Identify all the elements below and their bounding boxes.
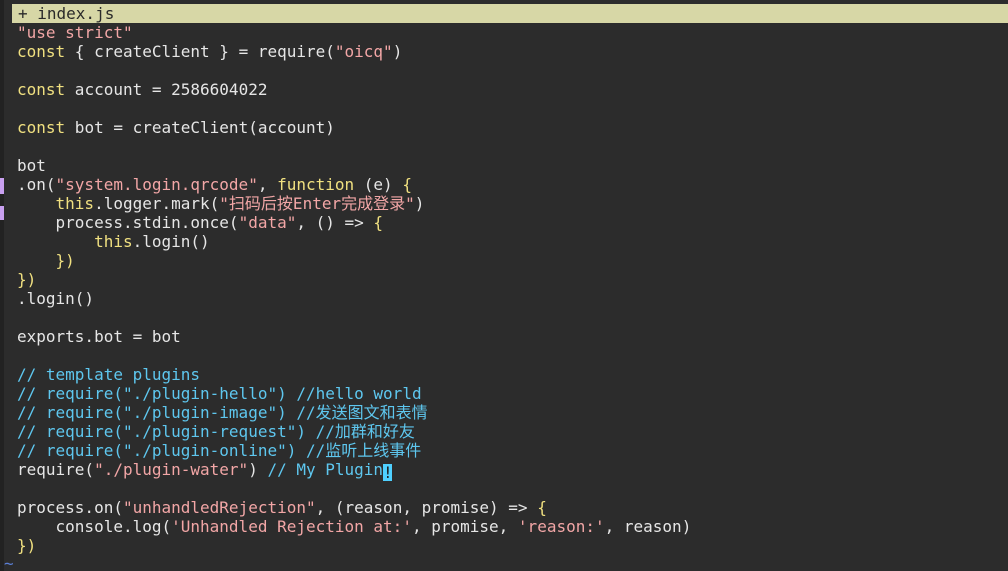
code-token: {	[373, 213, 384, 232]
code-line: // require("./plugin-online") //监听上线事件	[17, 441, 691, 460]
code-token: .login()	[17, 289, 95, 308]
code-line: .on("system.login.qrcode", function (e) …	[17, 175, 691, 194]
code-line: })	[17, 270, 691, 289]
code-token: })	[17, 270, 37, 289]
code-token: exports.bot = bot	[17, 327, 181, 346]
code-token: bot	[17, 156, 46, 175]
code-token: this	[94, 232, 133, 251]
code-line: console.log('Unhandled Rejection at:', p…	[17, 517, 692, 536]
code-comment: // My Plugin	[267, 460, 384, 479]
code-line: })	[17, 251, 691, 270]
code-token: .login()	[132, 232, 210, 251]
code-line: bot	[17, 156, 691, 175]
code-comment: // template plugins	[17, 365, 201, 384]
code-token: {	[402, 175, 412, 194]
code-token: (e)	[354, 175, 403, 194]
code-token: )	[392, 42, 403, 61]
code-token: 'Unhandled Rejection at:'	[171, 517, 412, 536]
code-token: .logger.mark(	[94, 194, 220, 213]
code-line: // require("./plugin-request") //加群和好友	[17, 422, 691, 441]
code-editor[interactable]: "use strict" const { createClient } = re…	[17, 23, 691, 555]
code-token: {	[537, 498, 547, 517]
code-token: const	[17, 80, 66, 99]
code-token: bot = createClient(account)	[65, 118, 335, 137]
code-line: // require("./plugin-image") //发送图文和表情	[17, 403, 691, 422]
code-token: "data"	[238, 213, 297, 232]
code-token: })	[17, 536, 37, 555]
side-marker-bottom	[0, 206, 4, 220]
code-token: process.stdin.once(	[17, 213, 239, 232]
code-token: 'reason:'	[517, 517, 605, 536]
code-token: , promise,	[411, 517, 518, 536]
code-line: require("./plugin-water") // My Plugin!	[17, 460, 691, 482]
code-line: })	[17, 536, 691, 555]
code-token: "system.login.qrcode"	[55, 175, 258, 194]
code-token: function	[277, 175, 355, 194]
code-comment: // require("./plugin-online") //监听上线事件	[17, 441, 422, 460]
code-line: this.login()	[17, 232, 691, 251]
code-token: .on(	[17, 175, 56, 194]
left-gutter	[0, 0, 4, 571]
code-token: "./plugin-water"	[94, 460, 249, 479]
code-token: console.log(	[17, 517, 172, 536]
code-token: "unhandledRejection"	[122, 498, 316, 517]
code-token: { createClient } = require(	[65, 42, 335, 61]
code-token: , () =>	[296, 213, 374, 232]
side-marker-top	[0, 178, 4, 194]
code-line: const bot = createClient(account)	[17, 118, 691, 137]
code-line: exports.bot = bot	[17, 327, 691, 346]
code-token: })	[55, 251, 75, 270]
code-token: )	[248, 460, 268, 479]
code-token: account = 2586604022	[65, 80, 268, 99]
code-line: const { createClient } = require("oicq")	[17, 42, 691, 61]
code-token: "use strict"	[17, 23, 133, 42]
code-token: require(	[17, 460, 95, 479]
buffer-tab-bar: + index.js	[12, 4, 1008, 23]
code-comment: // require("./plugin-request") //加群和好友	[17, 422, 415, 441]
code-line: process.on("unhandledRejection", (reason…	[17, 498, 691, 517]
text-cursor: !	[383, 463, 393, 482]
code-token: , (reason, promise) =>	[315, 498, 538, 517]
code-line: // require("./plugin-hello") //hello wor…	[17, 384, 691, 403]
code-token: , reason)	[604, 517, 692, 536]
code-token: )	[414, 194, 425, 213]
code-token: process.on(	[17, 498, 123, 517]
tab-index-js[interactable]: + index.js	[18, 4, 114, 23]
code-comment: // require("./plugin-image") //发送图文和表情	[17, 403, 428, 422]
code-line: // template plugins	[17, 365, 691, 384]
code-comment: // require("./plugin-hello") //hello wor…	[17, 384, 422, 403]
code-token: "扫码后按Enter完成登录"	[219, 194, 415, 213]
code-line: this.logger.mark("扫码后按Enter完成登录")	[17, 194, 691, 213]
code-line: const account = 2586604022	[17, 80, 691, 99]
code-token: const	[17, 118, 66, 137]
code-line: "use strict"	[17, 23, 691, 42]
empty-line-tilde: ~	[4, 554, 14, 571]
code-token: const	[17, 42, 66, 61]
code-line: .login()	[17, 289, 691, 308]
code-line: process.stdin.once("data", () => {	[17, 213, 691, 232]
code-token: "oicq"	[334, 42, 393, 61]
code-token: this	[55, 194, 95, 213]
code-token: ,	[257, 175, 278, 194]
